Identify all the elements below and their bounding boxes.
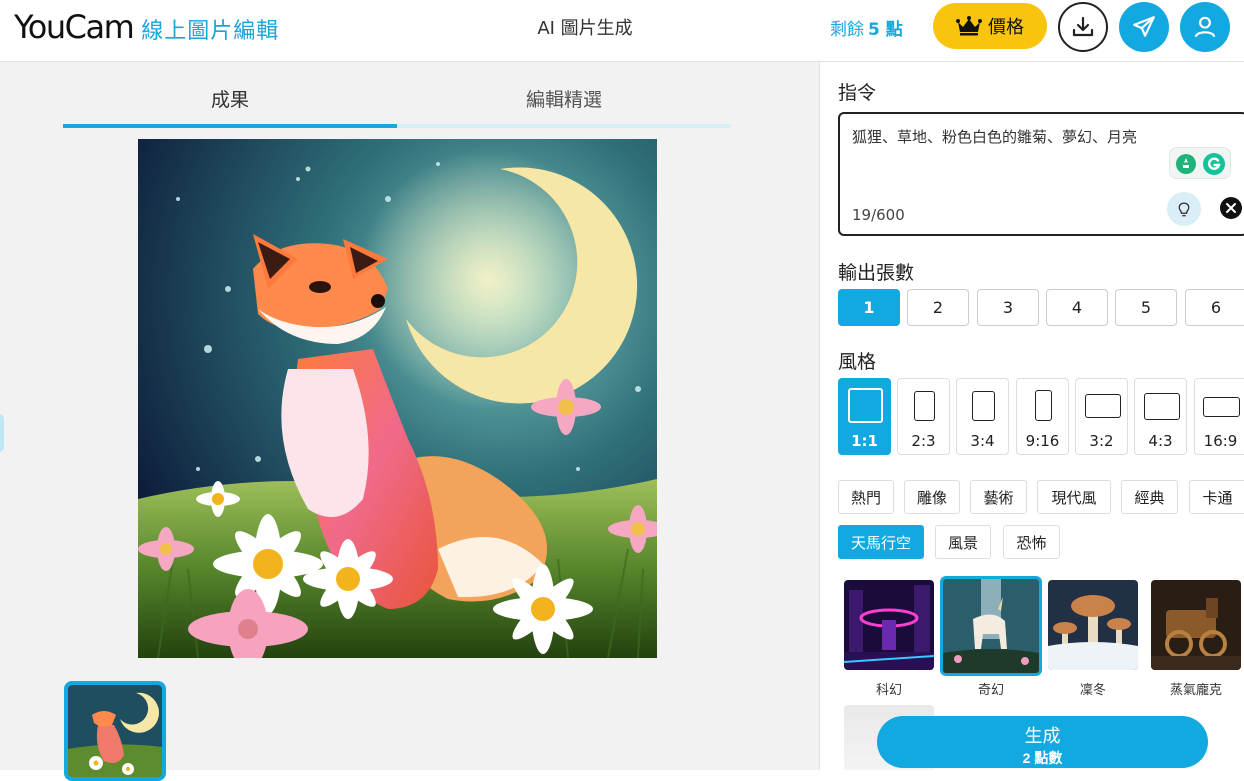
- grammarly-icon: [1203, 153, 1225, 175]
- panel-toggle-handle[interactable]: [0, 414, 4, 452]
- page-title: AI 圖片生成: [537, 18, 633, 39]
- style-heading: 風格: [838, 351, 877, 373]
- prompt-suggest-button[interactable]: [1167, 192, 1201, 226]
- generate-cost: 2 點數: [1022, 749, 1063, 766]
- tab-results[interactable]: 成果: [63, 84, 397, 128]
- user-icon: [1194, 16, 1216, 38]
- style-name: 凜冬: [1079, 683, 1106, 698]
- download-button[interactable]: [1058, 2, 1108, 52]
- settings-panel: 指令 狐狸、草地、粉色白色的雛菊、夢幻、月亮 19/600 輸出張數 1 2 3…: [819, 62, 1244, 770]
- prompt-heading: 指令: [838, 82, 877, 104]
- tab-editor-picks[interactable]: 編輯精選: [397, 84, 731, 128]
- count-option[interactable]: 6: [1185, 289, 1244, 326]
- style-name: 科幻: [875, 683, 902, 698]
- credits-value: 5 點: [868, 20, 903, 40]
- download-icon: [1072, 16, 1094, 37]
- ratio-wide-icon: [1203, 397, 1240, 417]
- idea-badge-icon: [1176, 154, 1196, 174]
- output-count-heading: 輸出張數: [838, 262, 915, 284]
- category-chip[interactable]: 風景: [935, 525, 991, 559]
- result-tabs: 成果 編輯精選: [63, 84, 731, 128]
- count-option[interactable]: 5: [1115, 289, 1177, 326]
- fox-illustration: [138, 139, 657, 658]
- generate-button[interactable]: 生成 2 點數: [877, 716, 1208, 768]
- category-chip[interactable]: 雕像: [904, 480, 960, 514]
- count-option[interactable]: 3: [977, 289, 1039, 326]
- winter-preview: [1048, 580, 1138, 670]
- category-chip[interactable]: 現代風: [1037, 480, 1111, 514]
- ratio-portrait-icon: [972, 391, 995, 421]
- pricing-button[interactable]: 價格: [933, 3, 1047, 49]
- ratio-label: 3:2: [1089, 432, 1114, 450]
- category-chip[interactable]: 天馬行空: [838, 525, 924, 559]
- prompt-value[interactable]: 狐狸、草地、粉色白色的雛菊、夢幻、月亮: [852, 126, 1137, 147]
- ratio-portrait-icon: [914, 391, 935, 421]
- ratio-option[interactable]: 2:3: [897, 378, 950, 455]
- clear-prompt-button[interactable]: [1220, 197, 1242, 219]
- style-card-fantasy[interactable]: [940, 576, 1042, 676]
- category-chip[interactable]: 藝術: [970, 480, 1027, 514]
- crown-icon: [956, 16, 982, 36]
- top-bar: YouCam 線上圖片編輯 AI 圖片生成 剩餘 5 點 價格: [0, 0, 1244, 62]
- ratio-label: 1:1: [851, 432, 878, 450]
- result-canvas: 成果 編輯精選: [0, 62, 819, 781]
- writing-assistant-widget[interactable]: [1169, 147, 1231, 179]
- ratio-label: 4:3: [1148, 432, 1173, 450]
- steampunk-preview: [1151, 580, 1241, 670]
- ratio-landscape-icon: [1144, 393, 1180, 420]
- result-thumbnail[interactable]: [64, 681, 166, 781]
- prompt-textarea[interactable]: 狐狸、草地、粉色白色的雛菊、夢幻、月亮 19/600: [838, 112, 1244, 236]
- close-icon: [1226, 203, 1236, 213]
- account-button[interactable]: [1180, 2, 1230, 52]
- count-option[interactable]: 4: [1046, 289, 1108, 326]
- logo-subtitle: 線上圖片編輯: [141, 19, 280, 44]
- style-name: 奇幻: [977, 683, 1004, 698]
- ratio-landscape-icon: [1085, 394, 1121, 418]
- scifi-preview: [844, 580, 934, 670]
- logo[interactable]: YouCam 線上圖片編輯: [14, 8, 279, 46]
- ratio-tall-icon: [1035, 390, 1052, 421]
- category-chip[interactable]: 恐怖: [1003, 525, 1060, 559]
- fantasy-preview: [943, 579, 1039, 673]
- ratio-option[interactable]: 3:4: [956, 378, 1009, 455]
- fox-thumbnail: [68, 685, 162, 777]
- logo-wordmark: YouCam: [14, 8, 135, 46]
- ratio-label: 2:3: [911, 432, 936, 450]
- ratio-label: 16:9: [1203, 432, 1238, 450]
- generated-image[interactable]: [138, 139, 657, 658]
- ratio-option[interactable]: 3:2: [1075, 378, 1128, 455]
- ratio-square-icon: [848, 388, 883, 423]
- ratio-option[interactable]: 4:3: [1134, 378, 1187, 455]
- generate-label: 生成: [1024, 725, 1061, 746]
- ratio-label: 3:4: [970, 432, 995, 450]
- count-option[interactable]: 2: [907, 289, 969, 326]
- send-icon: [1133, 16, 1155, 37]
- count-option[interactable]: 1: [838, 289, 900, 326]
- ratio-option[interactable]: 9:16: [1016, 378, 1069, 455]
- category-chip[interactable]: 經典: [1121, 480, 1178, 514]
- style-card-steampunk[interactable]: [1151, 580, 1241, 670]
- ratio-option[interactable]: 16:9: [1194, 378, 1244, 455]
- ratio-option[interactable]: 1:1: [838, 378, 891, 455]
- style-name: 蒸氣龐克: [1169, 683, 1222, 698]
- category-chip[interactable]: 卡通: [1189, 480, 1244, 514]
- pricing-label: 價格: [988, 17, 1024, 37]
- lightbulb-icon: [1178, 202, 1190, 217]
- prompt-char-count: 19/600: [852, 206, 905, 224]
- style-card-scifi[interactable]: [844, 580, 934, 670]
- style-card-winter[interactable]: [1048, 580, 1138, 670]
- credits-label: 剩餘: [830, 20, 864, 40]
- ratio-label: 9:16: [1025, 432, 1060, 450]
- credits-remaining: 剩餘 5 點: [830, 15, 903, 40]
- category-chip[interactable]: 熱門: [838, 480, 894, 514]
- share-button[interactable]: [1119, 2, 1169, 52]
